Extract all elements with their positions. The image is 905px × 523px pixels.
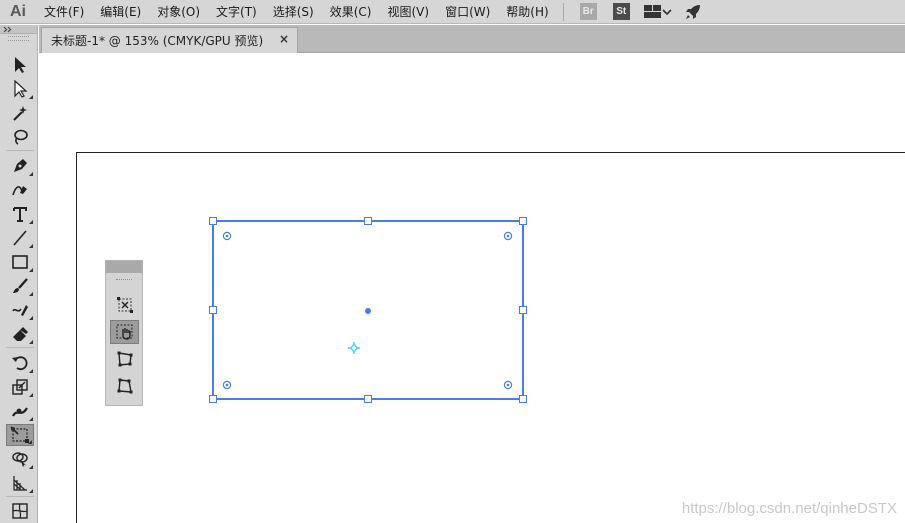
flyout-indicator <box>28 440 32 444</box>
width-tool[interactable] <box>6 400 34 422</box>
rotate-tool[interactable] <box>6 352 34 374</box>
flyout-indicator <box>29 292 33 296</box>
paintbrush-tool[interactable] <box>6 275 34 297</box>
flyout-indicator <box>29 393 33 397</box>
flyout-indicator <box>29 417 33 421</box>
selection-tool[interactable] <box>6 54 34 76</box>
direct-selection-arrow-icon <box>14 80 28 98</box>
pen-tool[interactable] <box>6 155 34 177</box>
rocket-icon <box>685 4 700 19</box>
flyout-indicator <box>29 465 33 469</box>
perspective-grid-icon <box>13 476 27 491</box>
flyout-indicator <box>29 220 33 224</box>
eraser-tool[interactable] <box>6 323 34 345</box>
free-transform-icon <box>10 426 29 443</box>
menu-bar: Ai 文件(F) 编辑(E) 对象(O) 文字(T) 选择(S) 效果(C) 视… <box>0 0 905 24</box>
tools-panel <box>0 25 38 523</box>
bridge-button[interactable]: Br <box>579 3 597 20</box>
lasso-tool[interactable] <box>6 126 34 148</box>
line-tool[interactable] <box>6 227 34 249</box>
tools-divider <box>6 150 34 151</box>
shape-builder-tool[interactable] <box>6 448 34 470</box>
widget-header[interactable] <box>106 261 142 273</box>
shaper-icon <box>12 305 28 316</box>
rotate-icon <box>12 356 28 371</box>
stock-button[interactable]: St <box>612 3 630 20</box>
menu-select[interactable]: 选择(S) <box>265 0 322 24</box>
scale-icon <box>12 379 28 395</box>
workspace-switcher[interactable] <box>643 4 672 19</box>
flyout-indicator <box>29 95 33 99</box>
mesh-icon <box>12 503 28 519</box>
mesh-tool[interactable] <box>6 500 34 522</box>
flyout-indicator <box>29 316 33 320</box>
canvas[interactable] <box>39 54 905 523</box>
curvature-tool[interactable] <box>6 179 34 201</box>
collapse-double-arrow-icon[interactable] <box>3 26 13 33</box>
tools-panel-header[interactable] <box>0 25 37 34</box>
artboard[interactable] <box>76 152 905 523</box>
menu-separator <box>562 2 564 21</box>
menu-type[interactable]: 文字(T) <box>208 0 265 24</box>
tools-panel-grip[interactable] <box>8 36 29 41</box>
free-transform-widget <box>105 260 143 406</box>
lasso-icon <box>14 129 28 145</box>
type-tool[interactable] <box>6 203 34 225</box>
perspective-distort-button[interactable] <box>110 347 139 371</box>
perspective-distort-icon <box>117 351 132 367</box>
tools-divider <box>6 347 34 348</box>
free-distort-icon <box>117 378 132 394</box>
free-distort-button[interactable] <box>110 374 139 398</box>
document-tab-title: 未标题-1* @ 153% (CMYK/GPU 预览) <box>51 34 264 48</box>
widget-grip[interactable] <box>116 279 132 283</box>
selection-arrow-icon <box>15 57 26 73</box>
curvature-pen-icon <box>12 186 27 196</box>
free-transform-tool[interactable] <box>6 424 34 446</box>
menu-help[interactable]: 帮助(H) <box>498 0 556 24</box>
document-tab-bar: 未标题-1* @ 153% (CMYK/GPU 预览) × <box>39 25 905 53</box>
chevron-down-icon <box>662 8 672 15</box>
eraser-icon <box>13 327 28 341</box>
free-transform-button[interactable] <box>110 320 139 344</box>
type-t-icon <box>13 207 27 222</box>
flyout-indicator <box>29 244 33 248</box>
constrain-icon <box>116 297 133 313</box>
shape-builder-icon <box>12 452 28 467</box>
direct-selection-tool[interactable] <box>6 78 34 100</box>
perspective-grid-tool[interactable] <box>6 472 34 494</box>
flyout-indicator <box>29 489 33 493</box>
magic-wand-tool[interactable] <box>6 102 34 124</box>
menu-edit[interactable]: 编辑(E) <box>92 0 149 24</box>
close-tab-button[interactable]: × <box>279 32 289 46</box>
menu-view[interactable]: 视图(V) <box>379 0 437 24</box>
line-segment-icon <box>13 230 27 246</box>
flyout-indicator <box>29 172 33 176</box>
flyout-indicator <box>29 369 33 373</box>
flyout-indicator <box>29 268 33 272</box>
free-transform-hand-icon <box>116 324 132 340</box>
rectangle-tool[interactable] <box>6 251 34 273</box>
shaper-tool[interactable] <box>6 299 34 321</box>
rectangle-icon <box>12 255 28 269</box>
menu-effect[interactable]: 效果(C) <box>322 0 380 24</box>
watermark: https://blog.csdn.net/qinheDSTX <box>681 500 897 517</box>
menu-window[interactable]: 窗口(W) <box>437 0 498 24</box>
menu-file[interactable]: 文件(F) <box>36 0 92 24</box>
document-tab[interactable]: 未标题-1* @ 153% (CMYK/GPU 预览) × <box>41 27 298 53</box>
magic-wand-icon <box>13 106 27 121</box>
flyout-indicator <box>29 340 33 344</box>
pen-nib-icon <box>14 159 27 172</box>
tools-divider <box>6 496 34 497</box>
paintbrush-icon <box>13 278 28 293</box>
scale-tool[interactable] <box>6 376 34 398</box>
launch-button[interactable] <box>684 3 702 21</box>
constrain-button[interactable] <box>110 293 139 317</box>
width-icon <box>12 407 28 417</box>
workspace-grid-icon <box>643 4 661 18</box>
app-logo: Ai <box>10 2 26 20</box>
menu-object[interactable]: 对象(O) <box>149 0 208 24</box>
